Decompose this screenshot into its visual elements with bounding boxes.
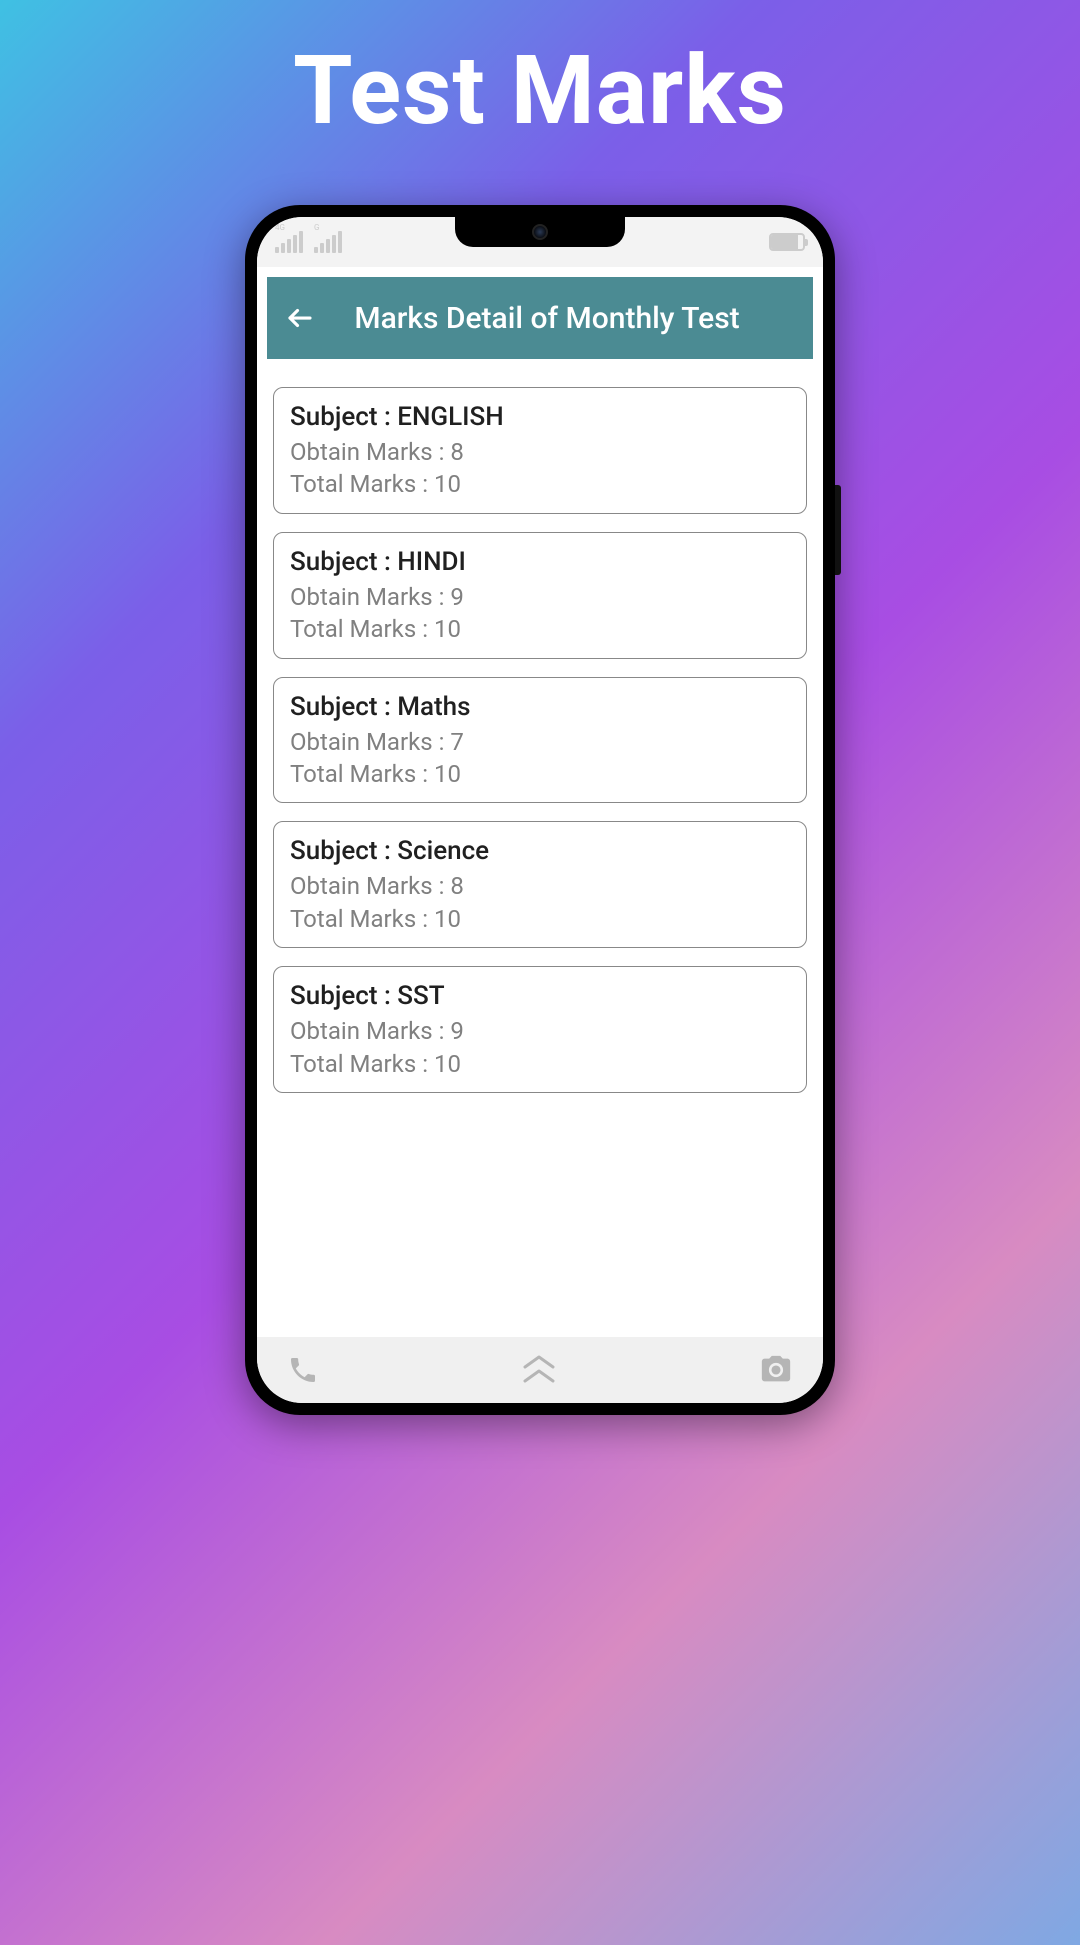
marks-card[interactable]: Subject : Science Obtain Marks : 8Total M… [273, 821, 807, 948]
total-marks-line: Total Marks : 10 [290, 903, 790, 935]
phone-icon [287, 1354, 319, 1386]
phone-frame: 4G G [245, 205, 835, 1415]
app-bar-title: Marks Detail of Monthly Test [339, 301, 795, 336]
total-marks-line: Total Marks : 10 [290, 758, 790, 790]
page-title: Test Marks [0, 35, 1080, 147]
total-marks-line: Total Marks : 10 [290, 468, 790, 500]
marks-card[interactable]: Subject : Maths Obtain Marks : 7Total Mar… [273, 677, 807, 804]
obtain-marks-line: Obtain Marks : 8 [290, 436, 790, 468]
camera-icon [759, 1353, 793, 1387]
arrow-left-icon [285, 303, 315, 333]
phone-button[interactable] [287, 1354, 319, 1386]
app-bar: Marks Detail of Monthly Test [267, 277, 813, 359]
battery-icon [769, 233, 805, 251]
signal-icon: 4G [275, 231, 303, 253]
power-button [835, 485, 841, 575]
marks-card[interactable]: Subject : SST Obtain Marks : 9Total Marks… [273, 966, 807, 1093]
back-button[interactable] [285, 303, 315, 333]
signal-icon: G [314, 231, 342, 253]
bottom-nav [257, 1337, 823, 1403]
subject-line: Subject : HINDI [290, 547, 790, 577]
marks-list: Subject : ENGLISHObtain Marks : 8Total M… [257, 369, 823, 1093]
phone-screen: 4G G [257, 217, 823, 1403]
subject-line: Subject : ENGLISH [290, 402, 790, 432]
phone-notch [455, 217, 625, 247]
obtain-marks-line: Obtain Marks : 9 [290, 1015, 790, 1047]
total-marks-line: Total Marks : 10 [290, 613, 790, 645]
obtain-marks-line: Obtain Marks : 9 [290, 581, 790, 613]
marks-card[interactable]: Subject : HINDI Obtain Marks : 9Total Mar… [273, 532, 807, 659]
marks-card[interactable]: Subject : ENGLISH Obtain Marks : 8Total M… [273, 387, 807, 514]
subject-line: Subject : Science [290, 836, 790, 866]
total-marks-line: Total Marks : 10 [290, 1048, 790, 1080]
subject-line: Subject : SST [290, 981, 790, 1011]
home-button[interactable] [517, 1353, 561, 1387]
subject-line: Subject : Maths [290, 692, 790, 722]
obtain-marks-line: Obtain Marks : 7 [290, 726, 790, 758]
camera-button[interactable] [759, 1353, 793, 1387]
front-camera [532, 224, 548, 240]
obtain-marks-line: Obtain Marks : 8 [290, 870, 790, 902]
signal-icons: 4G G [275, 231, 352, 253]
chevron-up-icon [517, 1353, 561, 1387]
